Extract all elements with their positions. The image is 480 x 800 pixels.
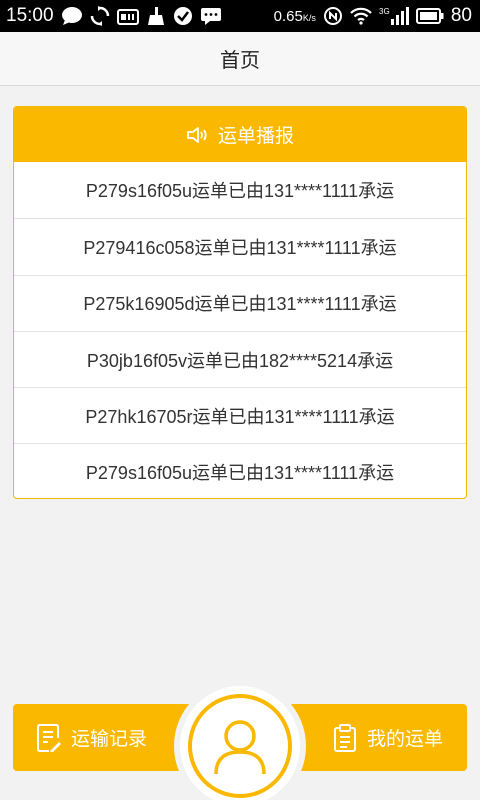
signal-icon: 3G: [379, 6, 409, 26]
broadcast-card: 运单播报 P279s16f05u运单已由131****1111承运 P27941…: [13, 106, 467, 499]
user-icon: [212, 716, 268, 776]
page-title: 首页: [220, 48, 260, 72]
broadcast-list: P279s16f05u运单已由131****1111承运 P279416c058…: [14, 162, 466, 498]
profile-button-ring: [180, 686, 300, 800]
battery-level: 80: [450, 5, 472, 26]
broadcast-title: 运单播报: [217, 125, 294, 147]
list-item[interactable]: P279s16f05u运单已由131****1111承运: [14, 443, 466, 498]
list-item[interactable]: P279416c058运单已由131****1111承运: [14, 218, 466, 274]
nfc-icon: [323, 6, 343, 26]
speaker-icon: [186, 125, 210, 145]
list-item[interactable]: P30jb16f05v运单已由182****5214承运: [14, 330, 466, 387]
wifi-icon: [350, 7, 372, 25]
check-icon: [173, 6, 193, 26]
my-waybills-label: 我的运单: [366, 728, 443, 750]
message-icon: [200, 6, 222, 26]
clock: 15:00: [6, 5, 54, 26]
title-bar: 首页: [0, 32, 480, 86]
battery-icon: [415, 8, 444, 24]
chat-icon: [61, 6, 83, 26]
list-item[interactable]: P279s16f05u运单已由131****1111承运: [14, 162, 466, 218]
broom-icon: [146, 6, 166, 26]
transport-records-label: 运输记录: [71, 728, 148, 750]
svg-text:3G: 3G: [379, 7, 390, 16]
network-speed: 0.65K/s: [273, 7, 316, 25]
list-item[interactable]: P27hk16705r运单已由131****1111承运: [14, 387, 466, 443]
clipboard-icon: [333, 723, 357, 752]
status-bar: 15:00 0.65K/s 3G 80: [0, 0, 480, 32]
record-icon: [35, 723, 61, 752]
broadcast-header: 运单播报: [14, 107, 466, 162]
list-item[interactable]: P275k16905d运单已由131****1111承运: [14, 274, 466, 331]
sd-card-icon: [116, 7, 139, 25]
profile-button[interactable]: [188, 694, 292, 798]
sync-icon: [90, 6, 110, 26]
